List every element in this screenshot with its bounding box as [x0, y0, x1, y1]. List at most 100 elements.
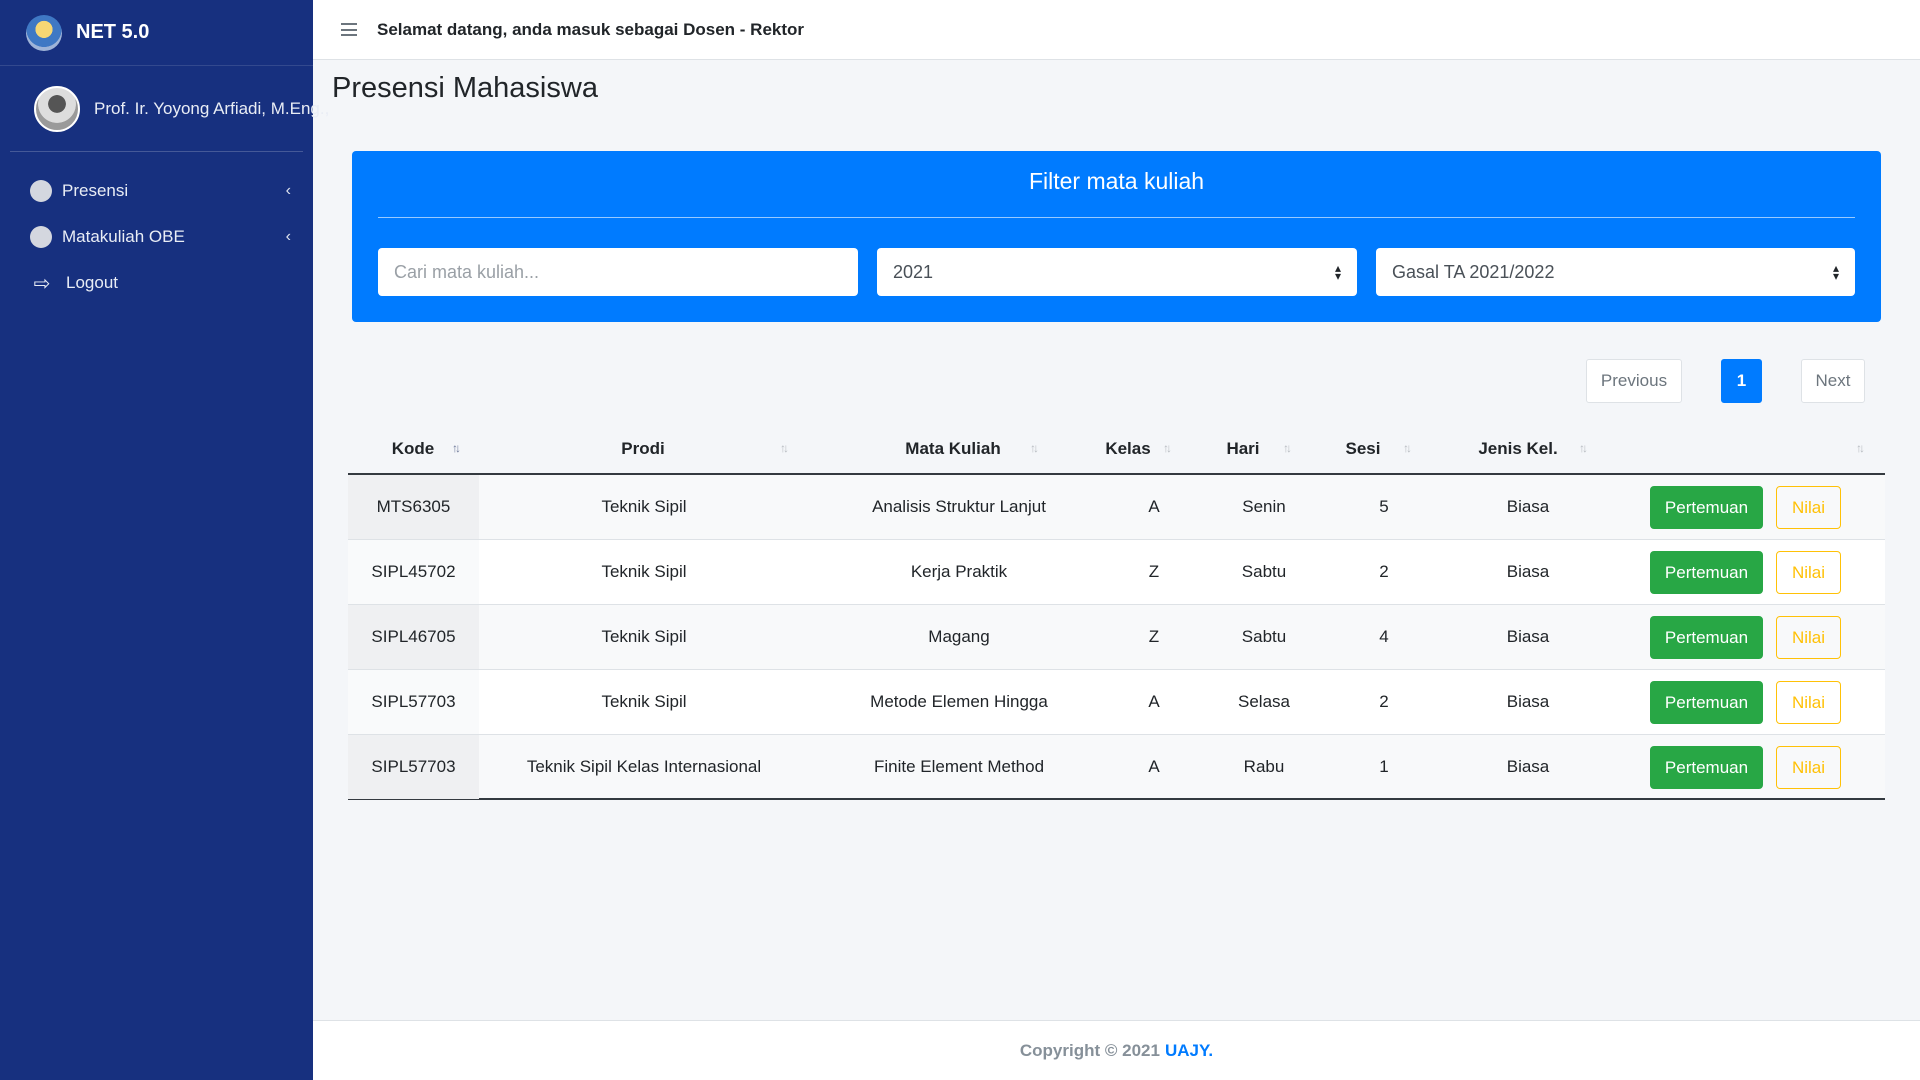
filter-card: Filter mata kuliah 2021 ▴▾ Gasal TA 2021…	[352, 151, 1881, 322]
topbar: Selamat datang, anda masuk sebagai Dosen…	[313, 0, 1920, 60]
cell-kode: MTS6305	[348, 475, 479, 539]
table-row: SIPL45702 Teknik Sipil Kerja Praktik Z S…	[348, 540, 1885, 605]
cell-prodi: Teknik Sipil	[601, 627, 687, 646]
filter-title: Filter mata kuliah	[1028, 168, 1205, 194]
cell-kelas: A	[1148, 692, 1160, 711]
column-header-prodi[interactable]: Prodi	[478, 425, 808, 473]
avatar	[34, 85, 80, 132]
sidebar-item-matakuliah-obe[interactable]: Matakuliah OBE ‹	[0, 214, 313, 260]
brand-text: NET 5.0	[76, 21, 150, 43]
logout-icon: ⇨	[33, 272, 51, 295]
column-header-kode[interactable]: Kode	[348, 425, 478, 473]
cell-prodi: Teknik Sipil Kelas Internasional	[526, 757, 762, 776]
cell-kode: SIPL45702	[348, 540, 479, 604]
sidebar-nav: Presensi ‹ Matakuliah OBE ‹ ⇨ Logout	[0, 152, 313, 306]
column-header-sesi[interactable]: Sesi	[1308, 425, 1418, 473]
nilai-button[interactable]: Nilai	[1776, 681, 1841, 724]
chevron-left-icon: ‹	[285, 228, 291, 245]
cell-kode: SIPL46705	[348, 605, 479, 669]
nilai-button[interactable]: Nilai	[1776, 551, 1841, 594]
sort-icon[interactable]: ↑↓	[1163, 441, 1172, 455]
search-field	[378, 248, 858, 296]
sort-icon[interactable]: ↑↓	[1403, 441, 1412, 455]
sort-asc-icon[interactable]: ↑↓	[452, 441, 461, 455]
column-header-mata-kuliah[interactable]: Mata Kuliah	[808, 425, 1098, 473]
user-name: Prof. Ir. Yoyong Arfiadi, M.Eng.,	[94, 98, 330, 118]
cell-mata-kuliah: Metode Elemen Hingga	[870, 692, 1048, 711]
cell-prodi: Teknik Sipil	[601, 692, 687, 711]
cell-kelas: Z	[1148, 627, 1160, 646]
next-button[interactable]: Next	[1801, 359, 1865, 403]
table-row: SIPL57703 Teknik Sipil Metode Elemen Hin…	[348, 670, 1885, 735]
sort-icon[interactable]: ↑↓	[780, 441, 789, 455]
search-input[interactable]	[394, 261, 842, 283]
sort-select-icon: ▴ ▾	[1334, 261, 1341, 283]
semester-select[interactable]: Gasal TA 2021/2022 ▴ ▾	[1376, 248, 1855, 296]
cell-hari: Selasa	[1238, 692, 1290, 711]
sort-icon[interactable]: ↑↓	[1579, 441, 1588, 455]
previous-button[interactable]: Previous	[1586, 359, 1682, 403]
table-row: SIPL57703 Teknik Sipil Kelas Internasion…	[348, 735, 1885, 800]
page-title: Presensi Mahasiswa	[332, 72, 598, 104]
cell-sesi: 1	[1379, 757, 1389, 776]
nilai-button[interactable]: Nilai	[1776, 486, 1841, 529]
semester-select-value: Gasal TA 2021/2022	[1392, 261, 1555, 282]
cell-jenis-kel: Biasa	[1506, 497, 1550, 516]
cell-sesi: 2	[1379, 692, 1389, 711]
cell-jenis-kel: Biasa	[1506, 692, 1550, 711]
cell-mata-kuliah: Finite Element Method	[873, 757, 1045, 776]
cell-hari: Sabtu	[1241, 562, 1287, 581]
divider	[378, 217, 1855, 218]
hamburger-menu-icon[interactable]	[341, 23, 357, 36]
course-table: Kode ↑↓ Prodi ↑↓ Mata Kuliah ↑↓ Kelas ↑↓…	[348, 425, 1885, 800]
page-1-button[interactable]: 1	[1721, 359, 1762, 403]
year-select[interactable]: 2021 ▴ ▾	[877, 248, 1357, 296]
pertemuan-button[interactable]: Pertemuan	[1650, 681, 1763, 724]
table-row: SIPL46705 Teknik Sipil Magang Z Sabtu 4 …	[348, 605, 1885, 670]
cell-kelas: A	[1148, 497, 1160, 516]
cell-hari: Rabu	[1243, 757, 1285, 776]
sidebar-item-presensi[interactable]: Presensi ‹	[0, 168, 313, 214]
cell-jenis-kel: Biasa	[1506, 757, 1550, 776]
cell-mata-kuliah: Kerja Praktik	[910, 562, 1008, 581]
cell-kode: SIPL57703	[348, 735, 479, 799]
circle-icon	[30, 180, 52, 202]
cell-sesi: 5	[1379, 497, 1389, 516]
brand-logo-icon	[26, 14, 62, 51]
cell-mata-kuliah: Analisis Struktur Lanjut	[872, 497, 1046, 516]
cell-jenis-kel: Biasa	[1506, 562, 1550, 581]
sidebar-item-logout[interactable]: ⇨ Logout	[0, 260, 313, 306]
pertemuan-button[interactable]: Pertemuan	[1650, 616, 1763, 659]
nilai-button[interactable]: Nilai	[1776, 616, 1841, 659]
cell-kelas: Z	[1148, 562, 1160, 581]
pertemuan-button[interactable]: Pertemuan	[1650, 746, 1763, 789]
pertemuan-button[interactable]: Pertemuan	[1650, 486, 1763, 529]
sort-select-icon: ▴ ▾	[1832, 261, 1839, 283]
table-header: Kode ↑↓ Prodi ↑↓ Mata Kuliah ↑↓ Kelas ↑↓…	[348, 425, 1885, 475]
cell-hari: Sabtu	[1241, 627, 1287, 646]
sidebar-item-label: Presensi	[62, 181, 129, 200]
sidebar-item-label: Matakuliah OBE	[62, 227, 185, 246]
sort-icon[interactable]: ↑↓	[1283, 441, 1292, 455]
table-body: MTS6305 Teknik Sipil Analisis Struktur L…	[348, 475, 1885, 800]
brand[interactable]: NET 5.0	[0, 0, 313, 66]
uajy-link[interactable]: UAJY.	[1165, 1041, 1213, 1061]
nilai-button[interactable]: Nilai	[1776, 746, 1841, 789]
pertemuan-button[interactable]: Pertemuan	[1650, 551, 1763, 594]
cell-jenis-kel: Biasa	[1506, 627, 1550, 646]
copyright-text: Copyright © 2021	[1019, 1040, 1160, 1060]
cell-prodi: Teknik Sipil	[601, 497, 687, 516]
circle-icon	[30, 226, 52, 248]
cell-hari: Senin	[1242, 497, 1286, 516]
sidebar: NET 5.0 Prof. Ir. Yoyong Arfiadi, M.Eng.…	[0, 0, 329, 1080]
table-row: MTS6305 Teknik Sipil Analisis Struktur L…	[348, 475, 1885, 540]
cell-mata-kuliah: Magang	[928, 627, 990, 646]
welcome-text: Selamat datang, anda masuk sebagai Dosen…	[377, 19, 805, 39]
sort-icon[interactable]: ↑↓	[1856, 441, 1865, 455]
user-panel[interactable]: Prof. Ir. Yoyong Arfiadi, M.Eng.,	[10, 66, 329, 152]
footer: Copyright © 2021 UAJY.	[313, 1020, 1920, 1080]
sidebar-item-label: Logout	[66, 273, 118, 292]
column-header-jenis-kel[interactable]: Jenis Kel.	[1418, 425, 1618, 473]
cell-kelas: A	[1148, 757, 1160, 776]
sort-icon[interactable]: ↑↓	[1030, 441, 1039, 455]
